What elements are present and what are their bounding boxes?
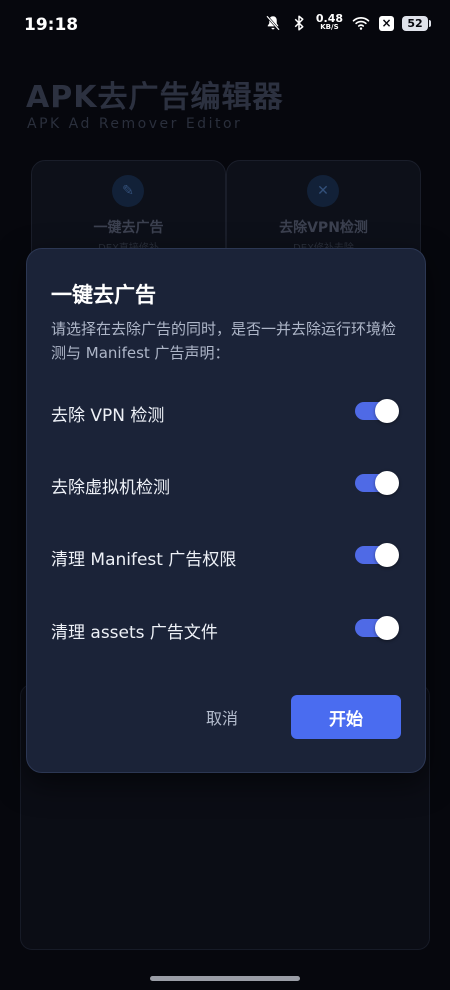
wifi-icon (352, 17, 370, 30)
option-label: 清理 Manifest 广告权限 (51, 550, 237, 570)
option-label: 去除虚拟机检测 (51, 478, 170, 498)
battery-icon: 52 (402, 15, 431, 31)
remove-vm-toggle[interactable] (355, 471, 399, 495)
app-subtitle: APK Ad Remover Editor (27, 116, 243, 132)
home-indicator[interactable] (150, 976, 300, 981)
option-remove-vpn-detection[interactable]: 去除 VPN 检测 (51, 391, 401, 431)
network-speed: 0.48 KB/S (315, 12, 343, 31)
bluetooth-icon (294, 15, 304, 31)
option-label: 去除 VPN 检测 (51, 406, 165, 426)
mute-bell-icon (265, 15, 280, 31)
app-title: APK去广告编辑器 (26, 80, 284, 115)
clean-assets-toggle[interactable] (355, 616, 399, 640)
remove-ads-dialog: 一键去广告 请选择在去除广告的同时，是否一并去除运行环境检测与 Manifest… (26, 248, 426, 773)
cross-icon: ✕ (307, 175, 339, 207)
toggle-thumb (375, 399, 399, 423)
option-clean-manifest-ad-permissions[interactable]: 清理 Manifest 广告权限 (51, 535, 401, 575)
status-bar: 19:18 0.48 KB/S × 52 (0, 0, 450, 52)
syringe-icon: ✎ (112, 175, 144, 207)
option-clean-assets-ad-files[interactable]: 清理 assets 广告文件 (51, 608, 401, 648)
status-icons: 0.48 KB/S × 52 (264, 12, 431, 32)
remove-vpn-toggle[interactable] (355, 399, 399, 423)
option-remove-vm-detection[interactable]: 去除虚拟机检测 (51, 463, 401, 503)
clean-manifest-toggle[interactable] (355, 543, 399, 567)
x-app-icon: × (379, 15, 394, 31)
toggle-thumb (375, 616, 399, 640)
option-label: 清理 assets 广告文件 (51, 623, 218, 643)
dialog-title: 一键去广告 (51, 283, 156, 307)
toggle-thumb (375, 471, 399, 495)
feature-label: 去除VPN检测 (279, 220, 368, 236)
start-button[interactable]: 开始 (291, 695, 401, 739)
feature-label: 一键去广告 (93, 220, 164, 236)
cancel-button[interactable]: 取消 (187, 695, 257, 739)
toggle-thumb (375, 543, 399, 567)
status-time: 19:18 (24, 15, 79, 35)
dialog-description: 请选择在去除广告的同时，是否一并去除运行环境检测与 Manifest 广告声明： (51, 320, 397, 362)
